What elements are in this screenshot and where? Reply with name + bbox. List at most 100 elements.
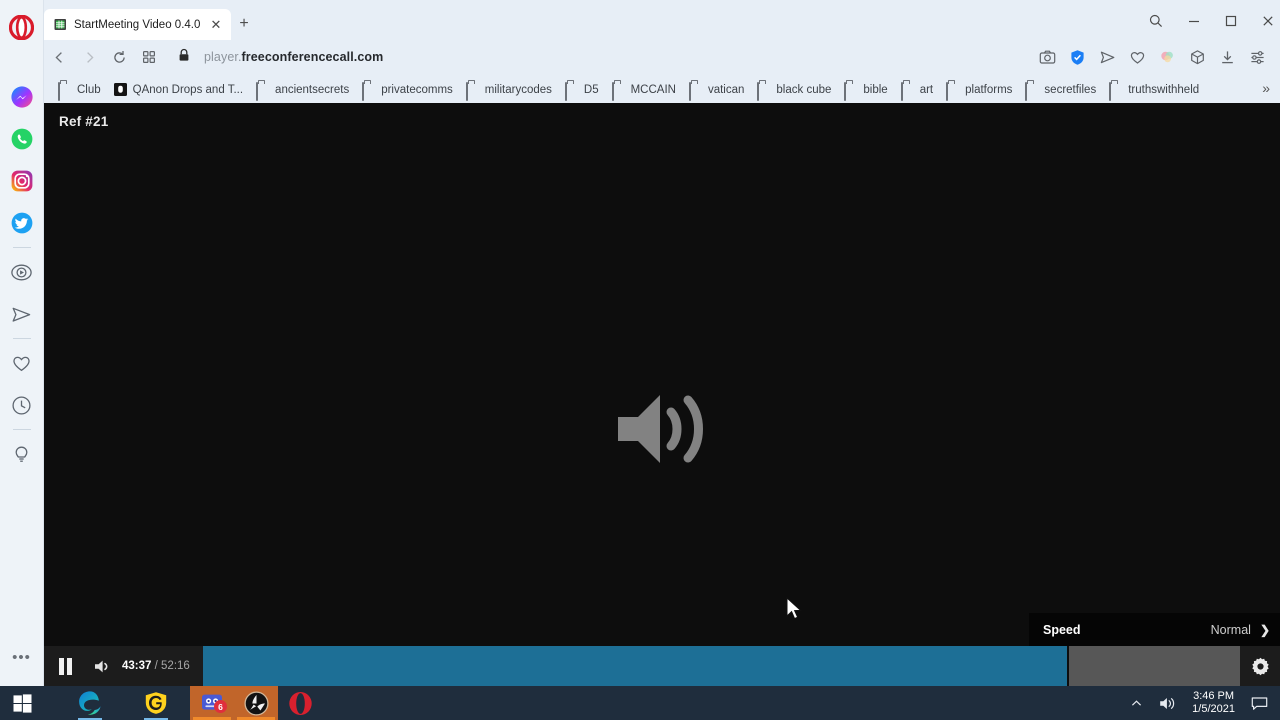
snapshot-icon[interactable] (1034, 44, 1060, 70)
folder-icon (564, 82, 578, 101)
url-domain: freeconferencecall.com (241, 50, 384, 64)
history-clock-icon[interactable] (0, 384, 44, 426)
edge-icon[interactable] (68, 686, 112, 720)
send-to-device-icon[interactable] (1094, 44, 1120, 70)
notifications-icon[interactable] (1243, 686, 1276, 720)
heart-icon[interactable] (1124, 44, 1150, 70)
bookmarks-overflow-icon[interactable]: » (1262, 80, 1270, 96)
start-button[interactable] (0, 686, 44, 720)
sidebar-divider (12, 429, 31, 430)
pause-bar-right (66, 657, 72, 675)
vpn-shield-icon[interactable] (1064, 44, 1090, 70)
bookmark-item[interactable]: truthswithheld (1109, 82, 1199, 101)
telegram-icon[interactable] (0, 293, 44, 335)
progress-played (202, 646, 1069, 686)
favorites-heart-icon[interactable] (0, 342, 44, 384)
taskbar-clock[interactable]: 3:46 PM 1/5/2021 (1184, 690, 1243, 716)
time-duration: 52:16 (161, 660, 190, 672)
folder-icon (58, 82, 71, 101)
speed-menu-value: Normal (1210, 622, 1251, 637)
pinboard-icon[interactable] (1154, 44, 1180, 70)
bookmark-item[interactable]: Club (58, 82, 101, 101)
time-separator: / (154, 660, 158, 672)
opera-taskbar-icon[interactable] (278, 686, 322, 720)
opera-browser-window: StartMeeting Video 0.4.0 ✕ + player.free… (0, 0, 1280, 686)
tips-bulb-icon[interactable] (0, 433, 44, 475)
clock-time: 3:46 PM (1193, 690, 1235, 702)
sidebar-more-button[interactable]: ••• (0, 636, 44, 678)
instagram-icon[interactable] (0, 160, 44, 202)
speed-menu-value-group[interactable]: Normal ❯ (1211, 623, 1270, 637)
speaker-waves-icon (614, 387, 710, 476)
time-current: 43:37 (122, 660, 152, 672)
system-tray: 3:46 PM 1/5/2021 (1122, 686, 1280, 720)
bookmark-label: black cube (776, 83, 832, 96)
bookmark-label: MCCAIN (630, 83, 676, 96)
bookmark-label: Club (77, 83, 101, 96)
bookmark-item[interactable]: D5 (564, 82, 599, 101)
address-bar[interactable]: player.freeconferencecall.com (164, 43, 1032, 71)
settings-gear-icon[interactable] (1240, 646, 1280, 686)
clock-date: 1/5/2021 (1192, 703, 1235, 715)
video-player[interactable]: Ref #21 Speed Normal ❯ 43:37 / 52:16 (44, 103, 1280, 686)
bookmark-label: QAnon Drops and T... (132, 83, 244, 96)
tab-favicon (54, 18, 67, 31)
chevron-right-icon: ❯ (1259, 622, 1270, 637)
tray-volume-icon[interactable] (1151, 686, 1184, 720)
folder-icon (844, 82, 857, 101)
folder-icon (900, 82, 914, 101)
messenger-icon[interactable] (0, 76, 44, 118)
bookmark-item[interactable]: platforms (946, 82, 1012, 101)
tray-chevron-icon[interactable] (1122, 686, 1151, 720)
speed-menu-label: Speed (1043, 622, 1081, 637)
bookmark-label: vatican (707, 83, 745, 96)
bookmark-item[interactable]: ancientsecrets (256, 82, 349, 101)
video-ref-title: Ref #21 (59, 114, 109, 129)
window-minimize-icon[interactable] (1183, 12, 1205, 30)
window-maximize-icon[interactable] (1220, 12, 1242, 30)
bookmark-item[interactable]: art (900, 82, 934, 101)
bookmark-label: art (919, 83, 934, 96)
bookmark-item[interactable]: black cube (757, 82, 832, 101)
bookmark-item[interactable]: secretfiles (1025, 82, 1097, 101)
page-tiles-button[interactable] (134, 43, 164, 71)
media-icon[interactable] (234, 686, 278, 720)
back-button[interactable] (44, 43, 74, 71)
bookmark-item[interactable]: MCCAIN (611, 82, 676, 101)
pause-button[interactable] (44, 646, 86, 686)
messaging-icon[interactable]: 6 (190, 686, 234, 720)
window-close-icon[interactable] (1257, 12, 1279, 30)
progress-bar[interactable] (202, 646, 1240, 686)
player-icon[interactable] (0, 251, 44, 293)
url-prefix: player. (204, 50, 242, 64)
volume-button[interactable] (86, 646, 118, 686)
bookmark-label: secretfiles (1044, 83, 1097, 96)
site-icon (113, 83, 127, 96)
opera-logo[interactable] (0, 6, 44, 48)
easy-setup-icon[interactable] (1244, 44, 1270, 70)
window-search-icon[interactable] (1145, 12, 1167, 30)
lock-icon[interactable] (178, 48, 190, 67)
player-controls: 43:37 / 52:16 (44, 646, 1280, 686)
speed-menu[interactable]: Speed Normal ❯ (1029, 613, 1280, 646)
pause-bar-left (58, 657, 64, 675)
twitter-icon[interactable] (0, 202, 44, 244)
forward-button[interactable] (74, 43, 104, 71)
messaging-badge: 6 (214, 700, 227, 713)
whatsapp-icon[interactable] (0, 118, 44, 160)
bookmark-item[interactable]: bible (844, 82, 888, 101)
bookmark-item[interactable]: QAnon Drops and T... (113, 83, 244, 96)
workspace-cube-icon[interactable] (1184, 44, 1210, 70)
new-tab-button[interactable]: + (234, 14, 254, 34)
reload-button[interactable] (104, 43, 134, 71)
opera-sidebar: ••• (0, 0, 44, 686)
bookmark-item[interactable]: privatecomms (362, 82, 453, 101)
tab-close-icon[interactable]: ✕ (207, 16, 225, 34)
bookmark-item[interactable]: militarycodes (465, 82, 552, 101)
downloads-icon[interactable] (1214, 44, 1240, 70)
glary-icon[interactable] (134, 686, 178, 720)
bookmark-label: bible (863, 83, 888, 96)
bookmark-item[interactable]: vatican (688, 82, 745, 101)
browser-tab[interactable]: StartMeeting Video 0.4.0 ✕ (44, 9, 231, 40)
bookmark-label: militarycodes (484, 83, 552, 96)
